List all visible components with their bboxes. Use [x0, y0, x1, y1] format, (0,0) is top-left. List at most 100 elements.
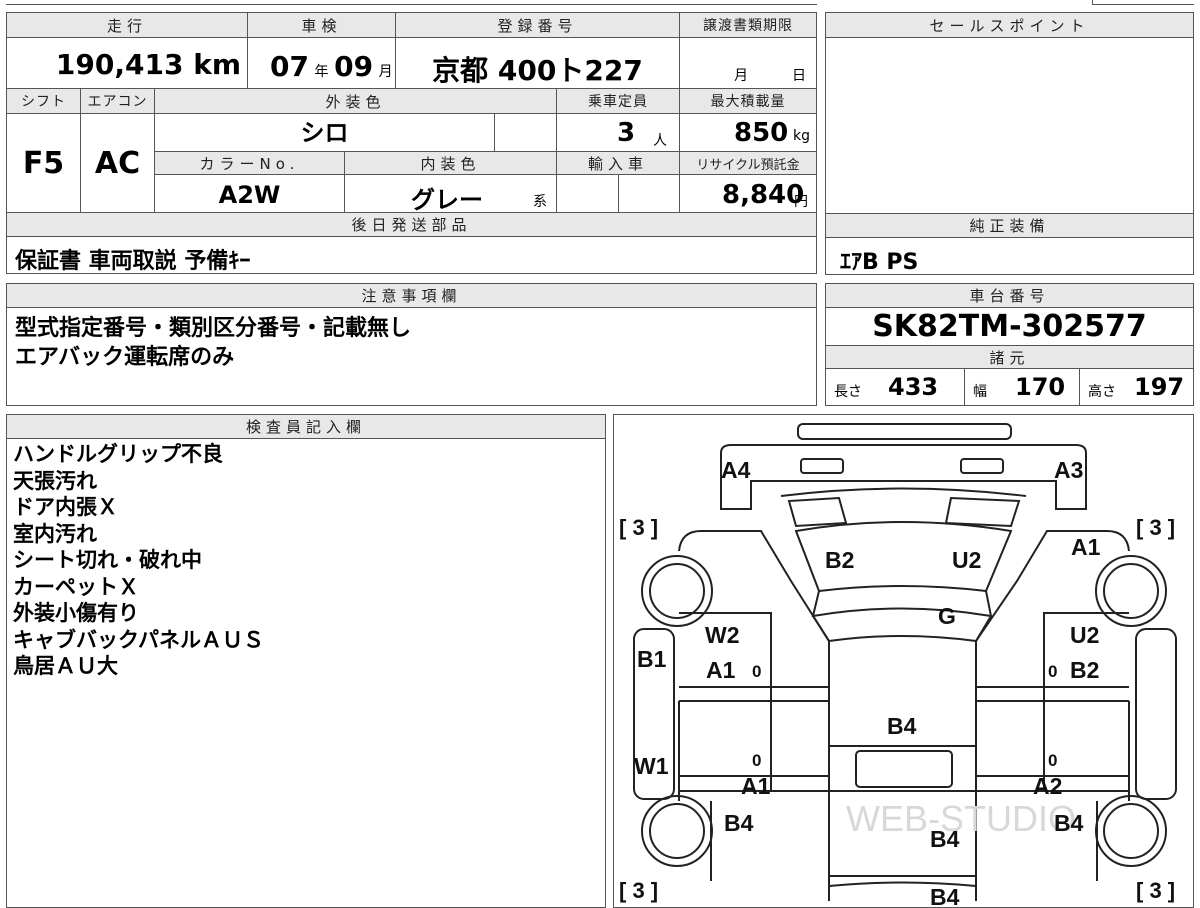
wheel-rear-right-inner-shape	[1103, 803, 1159, 859]
inspection-month: 09	[334, 50, 374, 83]
vehicle-diagram: WEB-STUDIO [ 3 ] [ 3 ] [ 3 ] [ 3 ] A4 A3…	[613, 414, 1194, 908]
inspector-note: 天張汚れ	[13, 468, 97, 493]
genuine-equipment-cell: ｴｱB PS	[825, 237, 1194, 275]
hood-line-shape	[780, 487, 1027, 497]
inspection-year: 07	[270, 50, 309, 83]
capacity-value: 3	[617, 118, 636, 148]
damage-mark-b4-rear-right: B4	[1054, 810, 1084, 836]
transfer-deadline-header: 譲渡書類期限	[679, 12, 817, 38]
chassis-number-cell: SK82TM-302577	[825, 307, 1194, 346]
caution-notes-header: 注意事項欄	[6, 283, 817, 308]
wheel-front-left-inner-shape	[649, 563, 705, 619]
inspector-note: ドア内張Ｘ	[13, 495, 118, 519]
sales-point-header: セールスポイント	[825, 12, 1194, 38]
width-cell: 幅 170	[964, 368, 1080, 406]
inspector-note: ハンドルグリップ不良	[13, 442, 223, 466]
inspector-notes-header: 検査員記入欄	[6, 414, 606, 439]
damage-mark-a1-bottom: A1	[741, 773, 771, 799]
exterior-color-header: 外装色	[154, 88, 557, 114]
height-value: 197	[1134, 373, 1185, 401]
damage-mark-b2-right: B2	[1070, 657, 1099, 683]
damage-zero-4: 0	[1048, 751, 1057, 770]
color-no-cell: A2W	[154, 174, 345, 213]
caution-notes-cell: 型式指定番号・類別区分番号・記載無し エアバック運転席のみ	[6, 307, 817, 406]
chassis-number-header: 車台番号	[825, 283, 1194, 308]
top-strip	[6, 0, 817, 5]
damage-mark-w1: W1	[634, 753, 669, 779]
later-parts-cell: 保証書 車両取説 予備ｷｰ	[6, 236, 817, 274]
registration-header: 登録番号	[395, 12, 680, 38]
damage-mark-u2: U2	[952, 547, 981, 573]
shift-header: シフト	[6, 88, 81, 114]
plate-number: 京都 400ト227	[432, 54, 643, 87]
bracket-mark-tl: [ 3 ]	[619, 515, 658, 540]
capacity-cell: 3 人	[556, 113, 680, 152]
bed-panel-shape	[855, 750, 953, 788]
caution-note: エアバック運転席のみ	[15, 345, 235, 370]
interior-color-value: グレー	[411, 186, 483, 214]
mileage-unit: km	[193, 48, 241, 81]
front-lamp-left-shape	[800, 458, 844, 474]
top-right-strip	[1092, 0, 1194, 5]
registration-cell: 京都 400ト227	[395, 37, 680, 89]
roof-bar-shape	[797, 423, 1012, 440]
cab-left-shape	[678, 530, 830, 901]
inspector-notes-list: ハンドルグリップ不良 天張汚れ ドア内張Ｘ 室内汚れ シート切れ・破れ中 カーペ…	[13, 441, 264, 680]
interior-color-cell: グレー 系	[344, 174, 557, 214]
capacity-unit: 人	[653, 133, 667, 149]
max-load-cell: 850 kg	[679, 113, 817, 152]
inspection-cell: 07 年 09 月	[247, 37, 396, 89]
chassis-number-value: SK82TM-302577	[872, 309, 1147, 344]
damage-zero-2: 0	[1048, 662, 1057, 681]
deadline-day-unit: 日	[792, 68, 806, 84]
deadline-month-unit: 月	[734, 68, 748, 84]
damage-mark-a4: A4	[721, 457, 751, 483]
aircon-cell: AC	[80, 113, 155, 213]
damage-mark-b2: B2	[825, 547, 854, 573]
aircon-header: エアコン	[80, 88, 155, 114]
front-bumper-shape	[720, 444, 1087, 510]
length-value: 433	[888, 373, 939, 401]
inspector-note: 外装小傷有り	[13, 601, 139, 625]
sales-point-cell	[825, 37, 1194, 214]
damage-mark-w2: W2	[705, 622, 740, 648]
damage-mark-b4-rear-center: B4	[930, 826, 960, 852]
front-lamp-right-shape	[960, 458, 1004, 474]
import-cell-2	[618, 174, 680, 213]
inspector-note: 鳥居ＡＵ大	[13, 654, 118, 678]
interior-suffix: 系	[533, 194, 547, 210]
watermark-text: WEB-STUDIO	[846, 798, 1076, 839]
damage-mark-a2: A2	[1033, 773, 1062, 799]
inspector-note: シート切れ・破れ中	[13, 548, 202, 572]
damage-mark-a1-left: A1	[706, 657, 736, 683]
damage-mark-b4-rear-left: B4	[724, 810, 754, 836]
inspection-header: 車検	[247, 12, 396, 38]
import-header: 輸入車	[556, 151, 680, 175]
damage-zero-3: 0	[752, 751, 761, 770]
specs-header: 諸元	[825, 345, 1194, 369]
damage-mark-a3: A3	[1054, 457, 1083, 483]
exterior-color-value: シロ	[300, 119, 349, 147]
transfer-deadline-cell: 月 日	[679, 37, 817, 89]
inspector-note: キャブバックパネルＡＵＳ	[13, 627, 264, 652]
height-label: 高さ	[1088, 384, 1116, 400]
bracket-mark-bl: [ 3 ]	[619, 878, 658, 903]
import-cell-1	[556, 174, 619, 213]
bracket-mark-tr: [ 3 ]	[1136, 515, 1175, 540]
month-unit: 月	[378, 64, 393, 80]
vehicle-diagram-svg: WEB-STUDIO [ 3 ] [ 3 ] [ 3 ] [ 3 ] A4 A3…	[619, 423, 1177, 907]
side-panel-right-shape	[1135, 628, 1177, 800]
shift-cell: F5	[6, 113, 81, 213]
max-load-unit: kg	[793, 128, 810, 144]
cowl-shape	[811, 590, 993, 618]
damage-mark-u2-right: U2	[1070, 622, 1099, 648]
wheel-front-right-inner-shape	[1103, 563, 1159, 619]
aircon-value: AC	[94, 145, 141, 181]
damage-mark-b1: B1	[637, 646, 667, 672]
exterior-color-cell: シロ	[154, 113, 495, 152]
height-cell: 高さ 197	[1079, 368, 1194, 406]
damage-zero-1: 0	[752, 662, 761, 681]
inspector-note: 室内汚れ	[13, 521, 97, 546]
shift-value: F5	[22, 145, 65, 181]
width-value: 170	[1015, 373, 1066, 401]
